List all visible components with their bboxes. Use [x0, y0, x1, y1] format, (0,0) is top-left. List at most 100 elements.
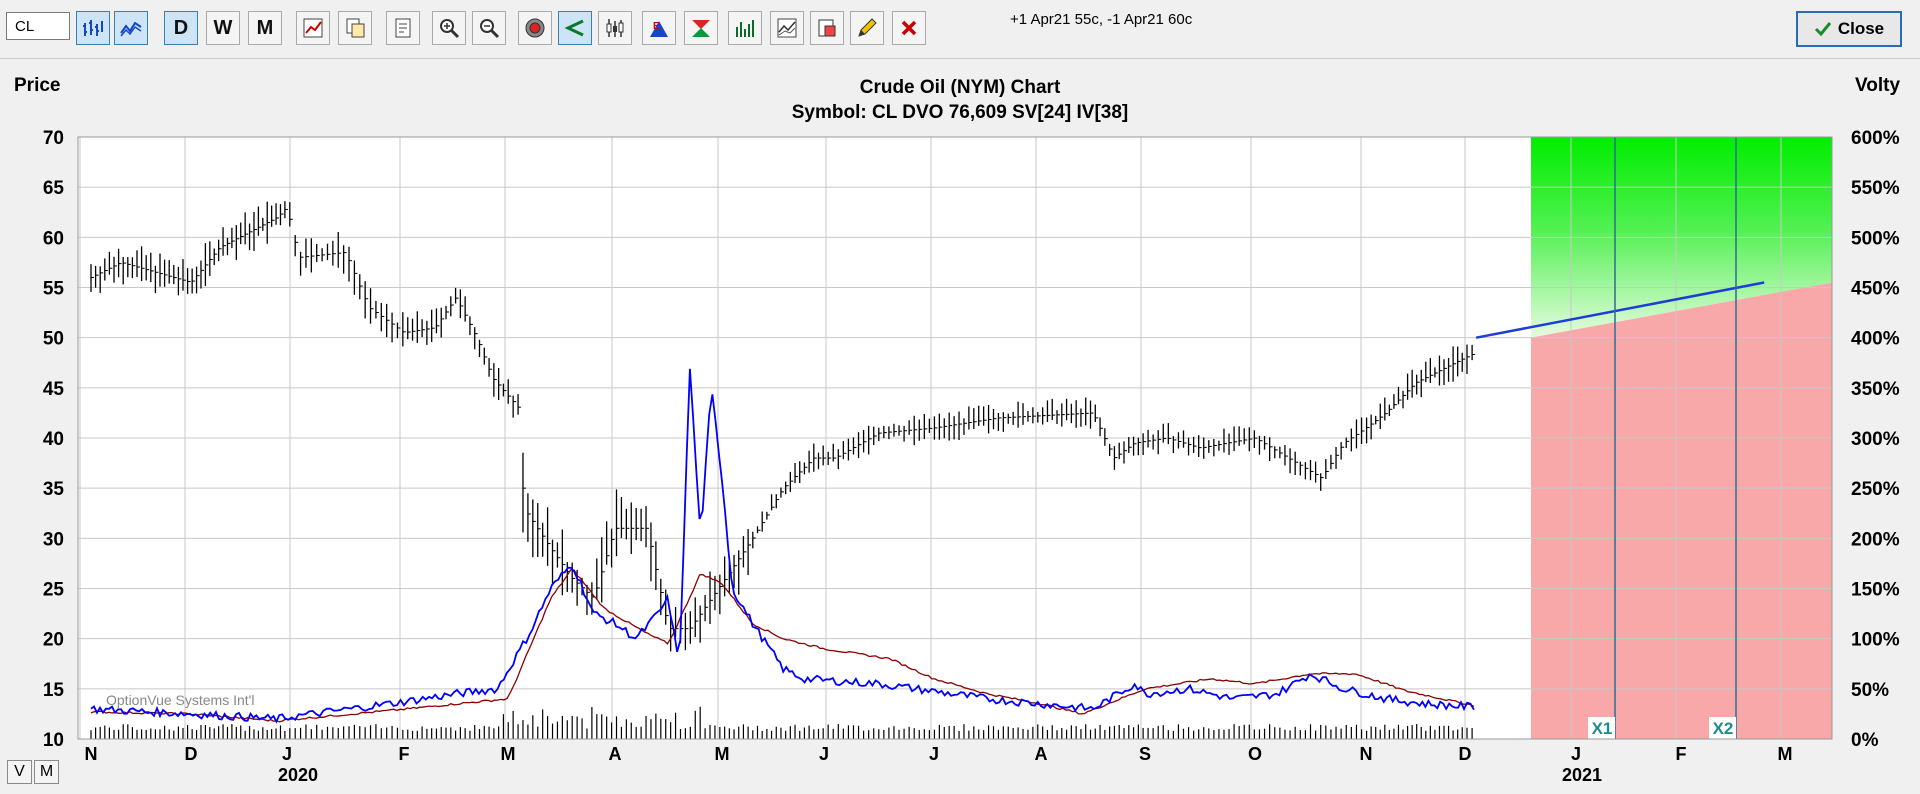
x-month-label: J [1571, 744, 1581, 764]
y2-tick-label: 200% [1851, 529, 1900, 550]
y2-tick-label: 250% [1851, 479, 1900, 500]
x-month-label: J [282, 744, 292, 764]
watermark-text: OptionVue Systems Int'l [106, 692, 254, 708]
mode-toggle-button[interactable]: M [34, 760, 59, 784]
y-axis-label: Price [14, 75, 60, 96]
expiry-marker-x2: X2 [1713, 719, 1734, 738]
period-day-button[interactable]: D [164, 11, 198, 45]
symbol-input[interactable] [6, 12, 70, 40]
chart-settings-button[interactable] [386, 11, 420, 45]
pencil-icon [858, 18, 877, 37]
y-tick-label: 55 [43, 279, 65, 300]
document-icon [395, 18, 411, 38]
y-tick-label: 45 [43, 379, 65, 400]
y2-tick-label: 500% [1851, 228, 1900, 249]
period-month-button[interactable]: M [248, 11, 282, 45]
zoom-out-button[interactable] [472, 11, 506, 45]
volume-bars-button[interactable] [728, 11, 762, 45]
bars-icon [83, 20, 103, 36]
position-status-text: +1 Apr21 55c, -1 Apr21 60c [1010, 11, 1193, 28]
print-chart-button[interactable] [810, 11, 844, 45]
x-year-label: 2021 [1562, 765, 1602, 785]
y-tick-label: 35 [43, 479, 65, 500]
x-month-label: A [609, 744, 622, 764]
y2-tick-label: 450% [1851, 279, 1900, 300]
wave-icon [120, 21, 142, 37]
draw-button[interactable] [850, 11, 884, 45]
target-icon [525, 18, 545, 38]
zoom-in-icon [440, 19, 460, 39]
y-tick-label: 20 [43, 630, 64, 651]
volume-toggle-button[interactable]: V [7, 760, 32, 784]
candlestick-button[interactable] [598, 11, 632, 45]
y-tick-label: 65 [43, 178, 65, 199]
svg-text:E: E [653, 21, 660, 32]
y-tick-label: 15 [43, 680, 65, 701]
x-month-label: D [185, 744, 198, 764]
line-chart-mode-button[interactable] [114, 11, 148, 45]
close-button[interactable]: Close [1796, 11, 1902, 47]
expiration-triangle-icon [692, 20, 710, 37]
x-month-label: J [819, 744, 829, 764]
bar-chart-mode-button[interactable] [76, 11, 110, 45]
trendline-button[interactable] [558, 11, 592, 45]
x-year-label: 2020 [278, 765, 318, 785]
close-x-icon [901, 20, 917, 36]
toolbar: D W M E +1 Apr21 55c, -1 Apr21 60c Close [0, 0, 1920, 59]
line-study-icon [777, 18, 797, 38]
y2-axis-label: Volty [1855, 75, 1900, 96]
loss-zone [1531, 282, 1832, 739]
x-month-label: J [929, 744, 939, 764]
y2-tick-label: 550% [1851, 178, 1900, 199]
x-month-label: F [1676, 744, 1687, 764]
y-tick-label: 70 [43, 128, 64, 149]
target-button[interactable] [518, 11, 552, 45]
zoom-in-button[interactable] [432, 11, 466, 45]
y2-tick-label: 0% [1851, 730, 1879, 751]
y2-tick-label: 100% [1851, 630, 1900, 651]
y-tick-label: 25 [43, 580, 65, 601]
chart-subtitle: Symbol: CL DVO 76,609 SV[24] IV[38] [792, 102, 1129, 123]
x-month-label: N [1360, 744, 1373, 764]
y2-tick-label: 50% [1851, 680, 1889, 701]
studies-button[interactable] [770, 11, 804, 45]
indicator-chart-button[interactable] [296, 11, 330, 45]
y2-tick-label: 350% [1851, 379, 1900, 400]
price-chart[interactable]: X1 X2 Crude Oil (NYM) Chart Symbol: CL DVO… [0, 59, 1920, 794]
angle-icon [564, 19, 584, 37]
y2-tick-label: 600% [1851, 128, 1900, 149]
period-week-button[interactable]: W [206, 11, 240, 45]
x-month-label: M [1778, 744, 1793, 764]
copy-icon [346, 18, 365, 38]
print-icon [818, 19, 836, 37]
y-tick-label: 30 [43, 529, 64, 550]
y-tick-label: 10 [43, 730, 64, 751]
copy-chart-button[interactable] [338, 11, 372, 45]
y-tick-label: 50 [43, 329, 64, 350]
expiration-button[interactable] [684, 11, 718, 45]
x-month-label: F [399, 744, 410, 764]
chart-title: Crude Oil (NYM) Chart [860, 77, 1061, 98]
x-month-label: O [1248, 744, 1262, 764]
zoom-out-icon [480, 19, 500, 39]
x-month-label: S [1139, 744, 1151, 764]
x-month-label: M [715, 744, 730, 764]
x-month-label: A [1035, 744, 1048, 764]
earnings-button[interactable]: E [642, 11, 676, 45]
x-month-label: M [501, 744, 516, 764]
earnings-triangle-icon: E [650, 21, 668, 37]
x-month-label: N [85, 744, 98, 764]
delete-button[interactable] [892, 11, 926, 45]
y2-tick-label: 400% [1851, 329, 1900, 350]
expiry-marker-x1: X1 [1592, 719, 1613, 738]
close-label: Close [1837, 19, 1885, 38]
y2-tick-label: 150% [1851, 580, 1900, 601]
y2-tick-label: 300% [1851, 429, 1900, 450]
checkmark-icon [1814, 22, 1832, 37]
y-tick-label: 40 [43, 429, 64, 450]
chart-grid-icon [303, 18, 323, 38]
volume-bars-icon [736, 20, 754, 37]
y-tick-label: 60 [43, 228, 64, 249]
candlestick-icon [606, 19, 624, 37]
x-month-label: D [1459, 744, 1472, 764]
